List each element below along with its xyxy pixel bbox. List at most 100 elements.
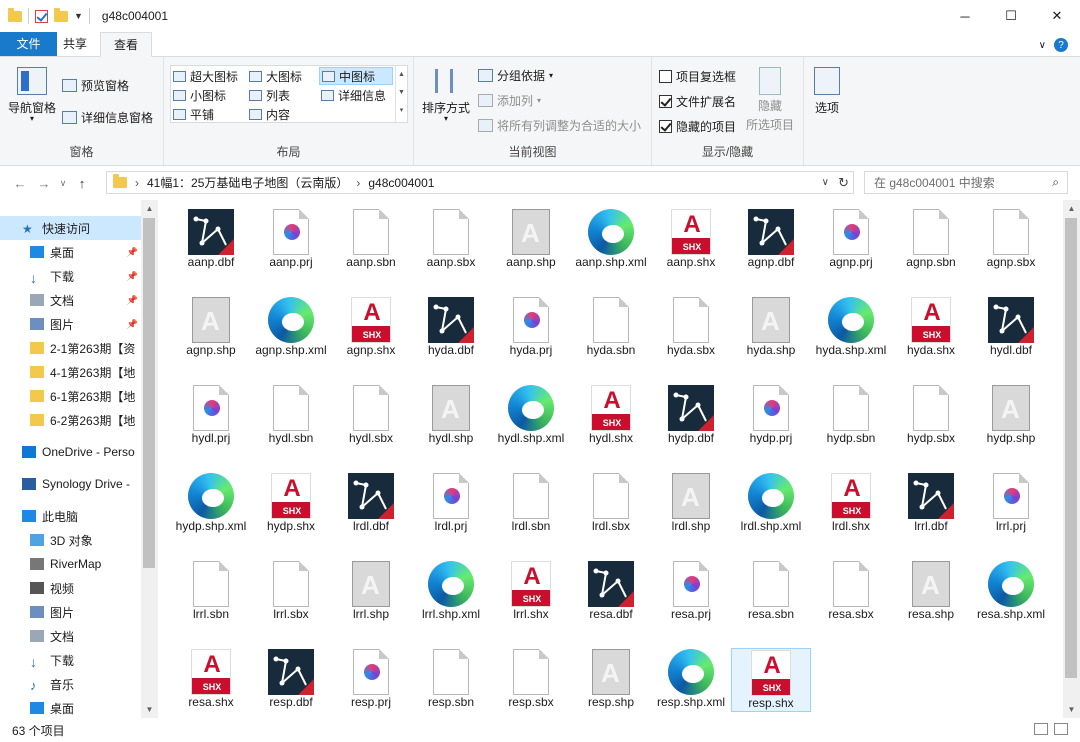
file-item[interactable]: A SHX resp.shx — [731, 648, 811, 712]
nav-item[interactable]: 此电脑 — [0, 504, 142, 528]
item-checkboxes-toggle[interactable]: 项目复选框 — [659, 68, 736, 85]
hidden-items-toggle[interactable]: 隐藏的项目 — [659, 118, 736, 135]
search-box[interactable]: 在 g48c004001 中搜索 ⌕ — [864, 171, 1068, 194]
maximize-button[interactable]: ☐ — [988, 0, 1034, 32]
scroll-thumb[interactable] — [1065, 218, 1077, 678]
content-scrollbar[interactable]: ▲ ▼ — [1063, 200, 1080, 718]
layout-medium-icons[interactable]: 中图标 — [319, 67, 393, 85]
nav-item[interactable]: 文档 — [0, 624, 142, 648]
file-item[interactable]: A SHX hydp.shx — [251, 472, 331, 534]
scroll-up-icon[interactable]: ▲ — [1063, 200, 1080, 217]
large-icons-view-icon[interactable] — [1054, 723, 1068, 735]
file-item[interactable]: aanp.sbn — [331, 208, 411, 270]
file-item[interactable]: aanp.prj — [251, 208, 331, 270]
file-item[interactable]: lrdl.sbn — [491, 472, 571, 534]
file-item[interactable]: Aagnp.shp — [171, 296, 251, 358]
size-columns-button[interactable]: 将所有列调整为合适的大小 — [478, 117, 641, 134]
back-icon[interactable]: ← — [8, 176, 32, 191]
sort-by-button[interactable]: 排序方式 ▾ — [422, 67, 470, 123]
nav-item[interactable]: Synology Drive - — [0, 472, 142, 496]
scroll-thumb[interactable] — [143, 218, 155, 568]
layout-content[interactable]: 内容 — [247, 105, 317, 123]
file-item[interactable]: hydl.sbn — [251, 384, 331, 446]
file-item[interactable]: hydl.dbf — [971, 296, 1051, 358]
file-item[interactable]: A SHX hydl.shx — [571, 384, 651, 446]
file-item[interactable]: Aaanp.shp — [491, 208, 571, 270]
scroll-up-icon[interactable]: ▲ — [141, 200, 158, 217]
new-folder-icon[interactable] — [54, 7, 68, 22]
layout-xl-icons[interactable]: 超大图标 — [171, 67, 245, 85]
file-item[interactable]: hydl.sbx — [331, 384, 411, 446]
file-item[interactable]: lrdl.sbx — [571, 472, 651, 534]
nav-item[interactable]: RiverMap — [0, 552, 142, 576]
file-item[interactable]: hydp.dbf — [651, 384, 731, 446]
file-item[interactable]: aanp.sbx — [411, 208, 491, 270]
file-extensions-toggle[interactable]: 文件扩展名 — [659, 93, 736, 110]
file-item[interactable]: lrdl.shp.xml — [731, 472, 811, 534]
file-item[interactable]: agnp.sbn — [891, 208, 971, 270]
file-item[interactable]: lrrl.sbx — [251, 560, 331, 622]
breadcrumb-segment[interactable]: g48c004001 — [368, 176, 434, 190]
file-item[interactable]: Aresa.shp — [891, 560, 971, 622]
file-item[interactable]: hydp.sbx — [891, 384, 971, 446]
file-item[interactable]: aanp.shp.xml — [571, 208, 651, 270]
file-item[interactable]: Ahydp.shp — [971, 384, 1051, 446]
file-item[interactable]: hyda.dbf — [411, 296, 491, 358]
file-item[interactable]: agnp.shp.xml — [251, 296, 331, 358]
file-item[interactable]: Alrrl.shp — [331, 560, 411, 622]
nav-item[interactable]: 3D 对象 — [0, 528, 142, 552]
tab-view[interactable]: 查看 — [100, 32, 153, 57]
file-item[interactable]: agnp.prj — [811, 208, 891, 270]
refresh-icon[interactable]: ↻ — [838, 175, 849, 191]
properties-icon[interactable] — [35, 9, 48, 23]
nav-item[interactable]: 2-1第263期【资 — [0, 336, 142, 360]
preview-pane-button[interactable]: 预览窗格 — [62, 77, 129, 94]
layout-tiles[interactable]: 平铺 — [171, 105, 245, 123]
file-item[interactable]: A SHX hyda.shx — [891, 296, 971, 358]
file-item[interactable]: resp.sbx — [491, 648, 571, 710]
file-item[interactable]: hydp.sbn — [811, 384, 891, 446]
breadcrumb-segment[interactable]: 41幅1：25万基础电子地图（云南版） — [147, 174, 348, 191]
pin-icon[interactable]: 📌 — [127, 295, 138, 306]
file-item[interactable]: hyda.prj — [491, 296, 571, 358]
nav-item[interactable]: 视频 — [0, 576, 142, 600]
layout-details[interactable]: 详细信息 — [319, 86, 393, 104]
options-button[interactable]: 选项 — [814, 67, 840, 116]
details-view-icon[interactable] — [1034, 723, 1048, 735]
hide-selected-button[interactable]: 隐藏 所选项目 — [746, 67, 794, 133]
nav-item[interactable]: ♪ 音乐 — [0, 672, 142, 696]
layout-large-icons[interactable]: 大图标 — [247, 67, 317, 85]
nav-item[interactable]: 文档 📌 — [0, 288, 142, 312]
file-item[interactable]: A SHX agnp.shx — [331, 296, 411, 358]
file-item[interactable]: Aresp.shp — [571, 648, 651, 710]
file-item[interactable]: hyda.shp.xml — [811, 296, 891, 358]
file-item[interactable]: A SHX resa.shx — [171, 648, 251, 710]
file-item[interactable]: resp.sbn — [411, 648, 491, 710]
nav-item[interactable]: ↓ 下载 📌 — [0, 264, 142, 288]
file-item[interactable]: hyda.sbn — [571, 296, 651, 358]
file-item[interactable]: resa.dbf — [571, 560, 651, 622]
file-item[interactable]: Ahyda.shp — [731, 296, 811, 358]
chevron-down-icon[interactable]: ∨ — [822, 177, 829, 188]
pin-icon[interactable]: 📌 — [127, 271, 138, 282]
file-item[interactable]: resa.sbx — [811, 560, 891, 622]
file-item[interactable]: hyda.sbx — [651, 296, 731, 358]
file-item[interactable]: resa.shp.xml — [971, 560, 1051, 622]
nav-item[interactable]: 图片 📌 — [0, 312, 142, 336]
file-item[interactable]: hydp.shp.xml — [171, 472, 251, 534]
minimize-button[interactable]: ─ — [942, 0, 988, 32]
file-item[interactable]: lrrl.prj — [971, 472, 1051, 534]
pin-icon[interactable]: 📌 — [127, 247, 138, 258]
nav-item[interactable]: ★ 快速访问 — [0, 216, 142, 240]
file-item[interactable]: Ahydl.shp — [411, 384, 491, 446]
file-item[interactable]: lrdl.prj — [411, 472, 491, 534]
layout-small-icons[interactable]: 小图标 — [171, 86, 245, 104]
file-item[interactable]: aanp.dbf — [171, 208, 251, 270]
details-pane-button[interactable]: 详细信息窗格 — [62, 109, 153, 126]
nav-item[interactable]: 桌面 — [0, 696, 142, 718]
tab-file[interactable]: 文件 — [0, 32, 57, 56]
file-item[interactable]: hydl.shp.xml — [491, 384, 571, 446]
recent-locations-icon[interactable]: ∨ — [56, 178, 70, 189]
customize-toolbar-icon[interactable]: ▼ — [74, 11, 83, 21]
file-item[interactable]: hydl.prj — [171, 384, 251, 446]
